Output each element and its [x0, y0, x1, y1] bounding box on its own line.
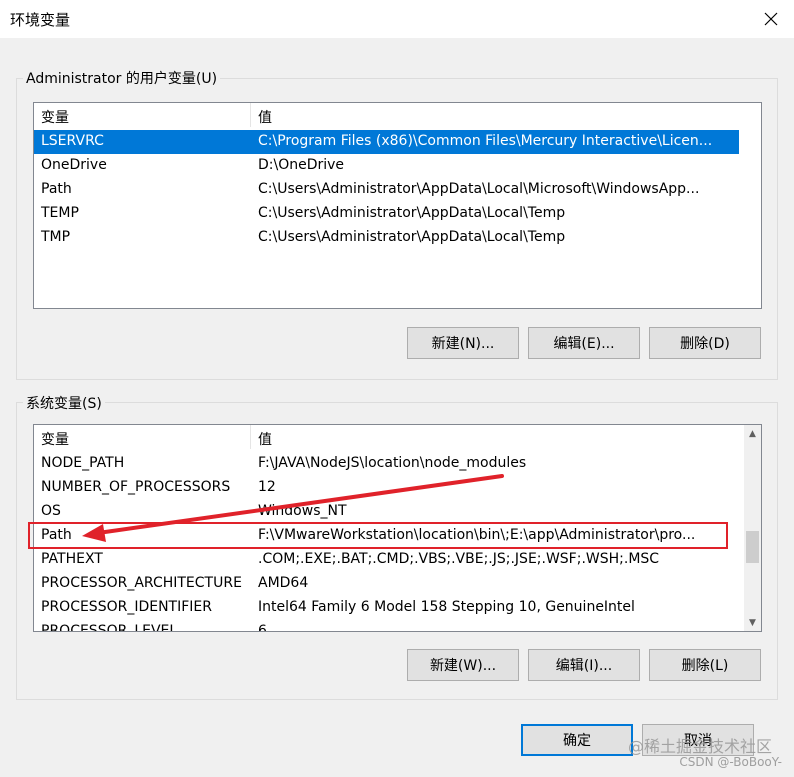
column-header-value[interactable]: 值	[258, 107, 272, 127]
user-variables-list[interactable]: 变量 值 LSERVRC C:\Program Files (x86)\Comm…	[33, 102, 762, 309]
system-new-button[interactable]: 新建(W)...	[407, 649, 519, 681]
table-row[interactable]: NUMBER_OF_PROCESSORS 12	[34, 476, 742, 500]
user-new-button[interactable]: 新建(N)...	[407, 327, 519, 359]
user-list-header: 变量 值	[34, 103, 761, 127]
table-row[interactable]: Path C:\Users\Administrator\AppData\Loca…	[34, 178, 759, 202]
column-divider[interactable]	[250, 425, 251, 449]
user-delete-button[interactable]: 删除(D)	[649, 327, 761, 359]
highlight-box	[28, 522, 728, 549]
user-variables-label: Administrator 的用户变量(U)	[23, 68, 221, 88]
table-row[interactable]: PATHEXT .COM;.EXE;.BAT;.CMD;.VBS;.VBE;.J…	[34, 548, 742, 572]
close-button[interactable]	[748, 0, 794, 38]
system-edit-button[interactable]: 编辑(I)...	[528, 649, 640, 681]
table-row[interactable]: OS Windows_NT	[34, 500, 742, 524]
column-header-variable[interactable]: 变量	[41, 107, 69, 127]
table-row[interactable]: PROCESSOR_IDENTIFIER Intel64 Family 6 Mo…	[34, 596, 742, 620]
user-edit-button[interactable]: 编辑(E)...	[528, 327, 640, 359]
system-delete-button[interactable]: 删除(L)	[649, 649, 761, 681]
window-title: 环境变量	[10, 11, 71, 29]
column-header-variable[interactable]: 变量	[41, 429, 69, 449]
scroll-thumb[interactable]	[746, 531, 759, 563]
table-row[interactable]: TEMP C:\Users\Administrator\AppData\Loca…	[34, 202, 759, 226]
column-header-value[interactable]: 值	[258, 429, 272, 449]
table-row[interactable]: TMP C:\Users\Administrator\AppData\Local…	[34, 226, 759, 250]
table-row[interactable]: LSERVRC C:\Program Files (x86)\Common Fi…	[34, 130, 739, 154]
vertical-scrollbar[interactable]: ▲ ▼	[744, 425, 761, 631]
ok-button[interactable]: 确定	[521, 724, 633, 756]
title-bar: 环境变量	[0, 0, 794, 38]
table-row[interactable]: OneDrive D:\OneDrive	[34, 154, 759, 178]
close-icon	[764, 12, 778, 26]
column-divider[interactable]	[250, 103, 251, 127]
watermark-text: @稀土掘金技术社区	[627, 737, 772, 756]
table-row[interactable]: PROCESSOR_ARCHITECTURE AMD64	[34, 572, 742, 596]
system-variables-label: 系统变量(S)	[23, 393, 105, 413]
table-row[interactable]: PROCESSOR_LEVEL 6	[34, 620, 742, 631]
csdn-watermark: CSDN @-BoBooY-	[679, 755, 782, 769]
scroll-up-icon[interactable]: ▲	[744, 425, 761, 442]
system-list-header: 变量 值	[34, 425, 761, 449]
scroll-down-icon[interactable]: ▼	[744, 614, 761, 631]
table-row[interactable]: NODE_PATH F:\JAVA\NodeJS\location\node_m…	[34, 452, 742, 476]
